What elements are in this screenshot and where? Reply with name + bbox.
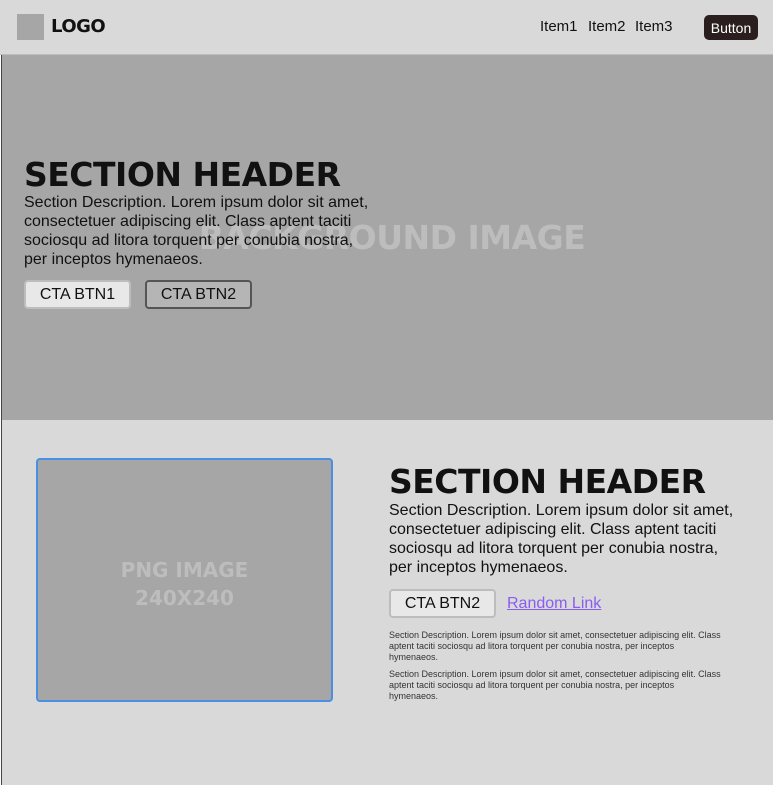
hero-description: Section Description. Lorem ipsum dolor s… [24,194,369,268]
image-placeholder: PNG IMAGE 240X240 [36,458,333,702]
image-label-line2: 240X240 [135,586,234,610]
feature-cta-button[interactable]: CTA BTN2 [389,589,496,618]
nav-button[interactable]: Button [704,15,758,40]
cta-button-2[interactable]: CTA BTN2 [145,280,252,309]
hero-section: BACKGROUND IMAGE SECTION HEADER Section … [1,55,773,420]
image-label-line1: PNG IMAGE [120,558,249,582]
cta-button-1[interactable]: CTA BTN1 [24,280,131,309]
navbar: LOGO Item1 Item2 Item3 Button [0,0,773,55]
nav-item-3[interactable]: Item3 [635,18,673,35]
small-paragraph-1: Section Description. Lorem ipsum dolor s… [389,630,721,662]
small-paragraph-2: Section Description. Lorem ipsum dolor s… [389,669,721,701]
image-placeholder-label: PNG IMAGE 240X240 [38,556,331,612]
logo-icon[interactable] [17,14,44,40]
logo-text[interactable]: LOGO [51,16,106,37]
feature-description: Section Description. Lorem ipsum dolor s… [389,502,734,576]
nav-item-1[interactable]: Item1 [540,18,578,35]
feature-section: PNG IMAGE 240X240 SECTION HEADER Section… [1,420,773,785]
nav-item-2[interactable]: Item2 [588,18,626,35]
hero-title: SECTION HEADER [24,155,341,194]
random-link[interactable]: Random Link [507,595,601,613]
feature-title: SECTION HEADER [389,462,706,501]
